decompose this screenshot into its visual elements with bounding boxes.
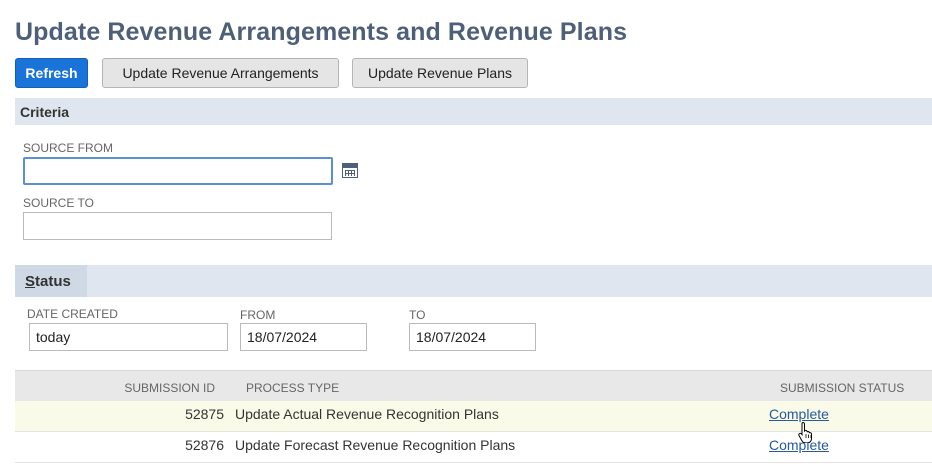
to-date-input[interactable]: 18/07/2024: [409, 323, 536, 351]
calendar-icon[interactable]: [342, 163, 358, 178]
tab-status[interactable]: Status: [15, 265, 87, 297]
process-type-cell: Update Actual Revenue Recognition Plans: [235, 406, 499, 422]
update-revenue-arrangements-button[interactable]: Update Revenue Arrangements: [102, 58, 339, 88]
criteria-section-header: Criteria: [15, 98, 932, 125]
from-date-input[interactable]: 18/07/2024: [240, 323, 367, 351]
from-label: FROM: [240, 308, 276, 322]
to-label: TO: [409, 308, 426, 322]
table-row: 52876 Update Forecast Revenue Recognitio…: [15, 432, 932, 463]
source-from-input[interactable]: [23, 157, 333, 185]
table-header: SUBMISSION ID PROCESS TYPE SUBMISSION ST…: [15, 370, 932, 401]
source-to-label: SOURCE TO: [23, 196, 94, 210]
status-section-header: [15, 265, 932, 297]
column-header-submission-status[interactable]: SUBMISSION STATUS: [780, 381, 904, 395]
status-tab-label: Status: [25, 273, 71, 290]
column-header-submission-id[interactable]: SUBMISSION ID: [124, 381, 215, 395]
date-created-label: DATE CREATED: [27, 307, 118, 321]
source-from-label: SOURCE FROM: [23, 141, 113, 155]
update-revenue-plans-button[interactable]: Update Revenue Plans: [352, 58, 528, 88]
column-header-process-type[interactable]: PROCESS TYPE: [246, 381, 339, 395]
date-created-select[interactable]: today: [29, 323, 228, 351]
page-title: Update Revenue Arrangements and Revenue …: [15, 18, 628, 46]
refresh-button[interactable]: Refresh: [15, 58, 88, 88]
submission-id-cell: 52876: [185, 437, 224, 453]
submission-status-link[interactable]: Complete: [769, 437, 829, 453]
submission-id-cell: 52875: [185, 406, 224, 422]
source-to-input[interactable]: [23, 212, 332, 240]
table-row: 52875 Update Actual Revenue Recognition …: [15, 401, 932, 432]
criteria-heading: Criteria: [20, 104, 70, 120]
submission-status-link[interactable]: Complete: [769, 406, 829, 422]
process-type-cell: Update Forecast Revenue Recognition Plan…: [235, 437, 516, 453]
